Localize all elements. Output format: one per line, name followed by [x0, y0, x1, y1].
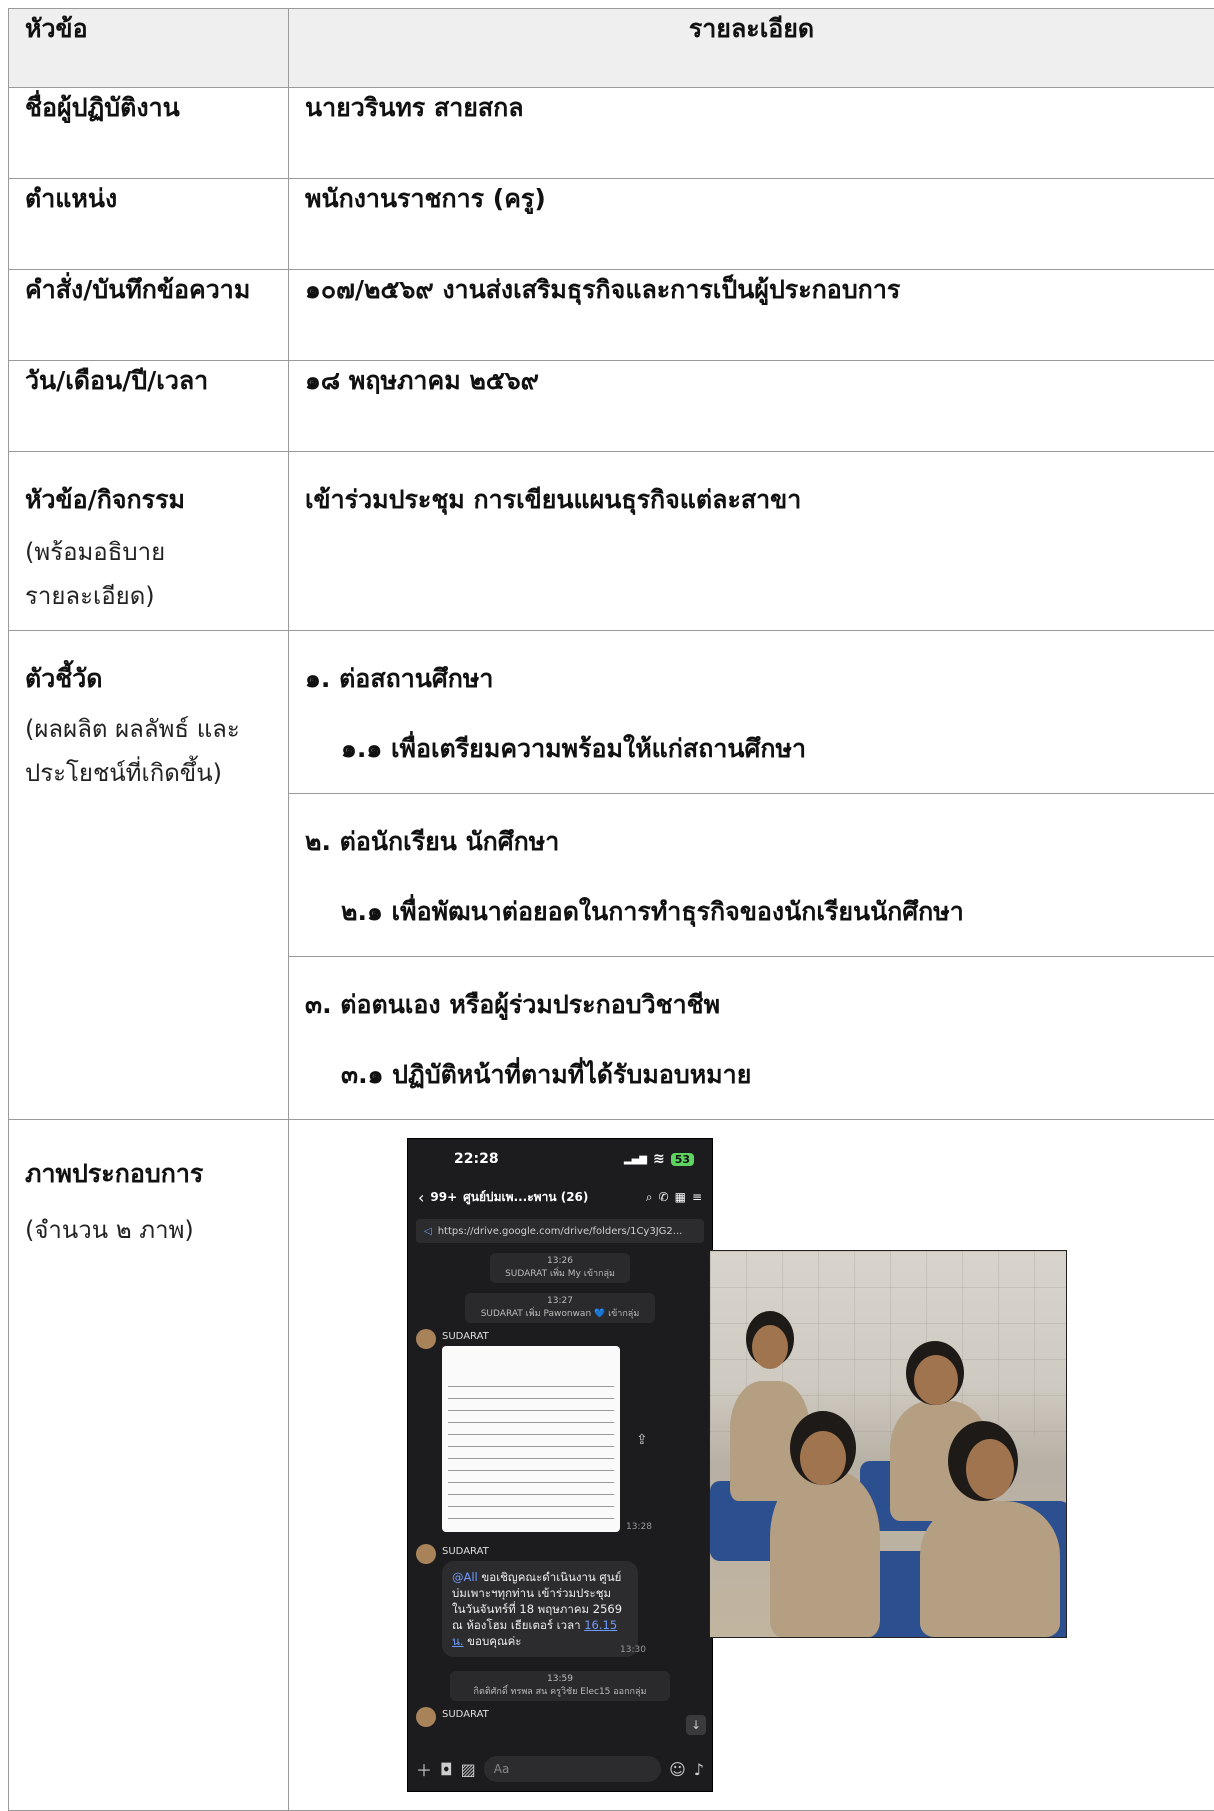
label-order: คำสั่ง/บันทึกข้อความ — [25, 275, 250, 304]
chat-title: ศูนย์บ่มเพ...ะพาน (26) — [463, 1188, 640, 1207]
label-photos: ภาพประกอบการ — [25, 1152, 272, 1196]
indicator-head-2: ๒. ต่อนักเรียน นักศึกษา — [305, 794, 1198, 862]
megaphone-icon: ◁ — [424, 1226, 432, 1237]
header-row: หัวข้อ รายละเอียด — [9, 9, 1214, 88]
label-position: ตำแหน่ง — [25, 184, 117, 213]
indicator-sub-2: ๒.๑ เพื่อพัฒนาต่อยอดในการทำธุรกิจของนักเ… — [305, 862, 1198, 956]
back-count[interactable]: 99+ — [430, 1190, 457, 1204]
calendar-icon[interactable]: ▦ — [675, 1190, 686, 1204]
battery-icon: 53 — [671, 1153, 694, 1166]
doc-time: 13:28 — [626, 1522, 652, 1532]
row-topic: หัวข้อ/กิจกรรม (พร้อมอธิบาย รายละเอียด) … — [9, 452, 1214, 631]
indicator-sub-1: ๑.๑ เพื่อเตรียมความพร้อมให้แก่สถานศึกษา — [305, 699, 1198, 793]
emoji-icon[interactable]: ☺ — [669, 1760, 686, 1779]
pinned-link-bar[interactable]: ◁ https://drive.google.com/drive/folders… — [416, 1219, 704, 1243]
sender-name: SUDARAT — [442, 1709, 489, 1720]
system-message-1: 13:26 SUDARAT เพิ่ม My เข้ากลุ่ม — [490, 1253, 630, 1283]
sys3-time: 13:59 — [450, 1674, 670, 1684]
phone-clock: 22:28 — [426, 1151, 499, 1167]
value-name: นายวรินทร สายสกล — [305, 93, 524, 122]
label-topic: หัวข้อ/กิจกรรม — [25, 478, 272, 522]
sys2-text: SUDARAT เพิ่ม Pawonwan 💙 เข้ากลุ่ม — [465, 1306, 655, 1320]
message-time: 13:30 — [620, 1645, 646, 1655]
sender-3: SUDARAT — [408, 1709, 712, 1720]
document-image-message[interactable]: 13:28 ⇪ — [442, 1346, 620, 1532]
signal-icon: ▂▄▆ — [624, 1154, 647, 1165]
indicator-head-1: ๑. ต่อสถานศึกษา — [305, 631, 1198, 699]
scroll-down-icon[interactable]: ↓ — [686, 1715, 706, 1735]
sender-name: SUDARAT — [442, 1331, 489, 1342]
row-indicator-1: ตัวชี้วัด (ผลผลิต ผลลัพธ์ และ ประโยชน์ที… — [9, 631, 1214, 794]
image-icon[interactable]: ▨ — [461, 1760, 476, 1779]
indicator-note-2: ประโยชน์ที่เกิดขึ้น) — [25, 751, 272, 795]
indicator-head-3: ๓. ต่อตนเอง หรือผู้ร่วมประกอบวิชาชีพ — [305, 957, 1198, 1025]
value-order: ๑๐๗/๒๕๖๙ งานส่งเสริมธุรกิจและการเป็นผู้ป… — [305, 275, 900, 304]
photos-cell: 22:28 ▂▄▆ ≋ 53 ‹ 99+ ศูนย์บ่มเพ...ะพาน (… — [289, 1120, 1214, 1811]
menu-icon[interactable]: ≡ — [692, 1190, 702, 1204]
value-position: พนักงานราชการ (ครู) — [305, 184, 546, 213]
mic-icon[interactable]: ♪ — [694, 1760, 704, 1779]
topic-note-1: (พร้อมอธิบาย — [25, 530, 272, 574]
camera-icon[interactable]: ◘ — [440, 1760, 453, 1779]
message-input[interactable]: Aa — [484, 1756, 661, 1782]
message-tail: ขอบคุณค่ะ — [464, 1634, 522, 1648]
value-date: ๑๘ พฤษภาคม ๒๕๖๙ — [305, 366, 539, 395]
photos-note: (จำนวน ๒ ภาพ) — [25, 1208, 272, 1252]
message-bubble: @All ขอเชิญคณะดำเนินงาน ศูนย์บ่มเพาะฯทุก… — [442, 1561, 638, 1657]
header-topic: หัวข้อ — [9, 9, 289, 88]
sys2-time: 13:27 — [465, 1296, 655, 1306]
pinned-link[interactable]: https://drive.google.com/drive/folders/1… — [438, 1226, 683, 1237]
sender-name: SUDARAT — [442, 1546, 489, 1557]
row-photos: ภาพประกอบการ (จำนวน ๒ ภาพ) 22:28 ▂▄▆ ≋ 5… — [9, 1120, 1214, 1811]
report-table: หัวข้อ รายละเอียด ชื่อผู้ปฏิบัติงาน นายว… — [8, 8, 1214, 1811]
back-icon[interactable]: ‹ — [418, 1188, 424, 1207]
sys1-text: SUDARAT เพิ่ม My เข้ากลุ่ม — [490, 1266, 630, 1280]
topic-note-2: รายละเอียด) — [25, 574, 272, 618]
label-name: ชื่อผู้ปฏิบัติงาน — [25, 93, 180, 122]
meeting-photo — [709, 1250, 1067, 1638]
chat-header: ‹ 99+ ศูนย์บ่มเพ...ะพาน (26) ⌕ ✆ ▦ ≡ — [408, 1179, 712, 1215]
row-date: วัน/เดือน/ปี/เวลา ๑๘ พฤษภาคม ๒๕๖๙ — [9, 361, 1214, 452]
sender-1: SUDARAT — [408, 1331, 712, 1342]
wifi-icon: ≋ — [653, 1151, 665, 1167]
label-indicator: ตัวชี้วัด — [25, 657, 272, 701]
message-input-bar: ＋ ◘ ▨ Aa ☺ ♪ — [408, 1747, 712, 1791]
plus-icon[interactable]: ＋ — [416, 1757, 432, 1781]
system-message-2: 13:27 SUDARAT เพิ่ม Pawonwan 💙 เข้ากลุ่ม — [465, 1293, 655, 1323]
header-detail: รายละเอียด — [289, 9, 1214, 88]
row-order: คำสั่ง/บันทึกข้อความ ๑๐๗/๒๕๖๙ งานส่งเสริ… — [9, 270, 1214, 361]
chat-screenshot: 22:28 ▂▄▆ ≋ 53 ‹ 99+ ศูนย์บ่มเพ...ะพาน (… — [407, 1138, 713, 1792]
system-message-3: 13:59 กิตติศักดิ์ ทรพล สน ครูวิชัย Elec1… — [450, 1671, 670, 1701]
sender-2: SUDARAT — [408, 1546, 712, 1557]
mention-all[interactable]: @All — [452, 1570, 478, 1584]
share-icon[interactable]: ⇪ — [636, 1432, 648, 1448]
phone-status-bar: 22:28 ▂▄▆ ≋ 53 — [408, 1139, 712, 1179]
avatar — [416, 1329, 436, 1349]
sys1-time: 13:26 — [490, 1256, 630, 1266]
sys3-text: กิตติศักดิ์ ทรพล สน ครูวิชัย Elec15 ออกก… — [450, 1684, 670, 1698]
avatar — [416, 1707, 436, 1727]
search-icon[interactable]: ⌕ — [646, 1190, 653, 1205]
row-position: ตำแหน่ง พนักงานราชการ (ครู) — [9, 179, 1214, 270]
label-date: วัน/เดือน/ปี/เวลา — [25, 366, 208, 395]
indicator-note-1: (ผลผลิต ผลลัพธ์ และ — [25, 707, 272, 751]
value-topic: เข้าร่วมประชุม การเขียนแผนธุรกิจแต่ละสาข… — [305, 478, 1198, 522]
indicator-sub-3: ๓.๑ ปฏิบัติหน้าที่ตามที่ได้รับมอบหมาย — [305, 1025, 1198, 1119]
row-name: ชื่อผู้ปฏิบัติงาน นายวรินทร สายสกล — [9, 88, 1214, 179]
phone-call-icon[interactable]: ✆ — [659, 1190, 669, 1204]
